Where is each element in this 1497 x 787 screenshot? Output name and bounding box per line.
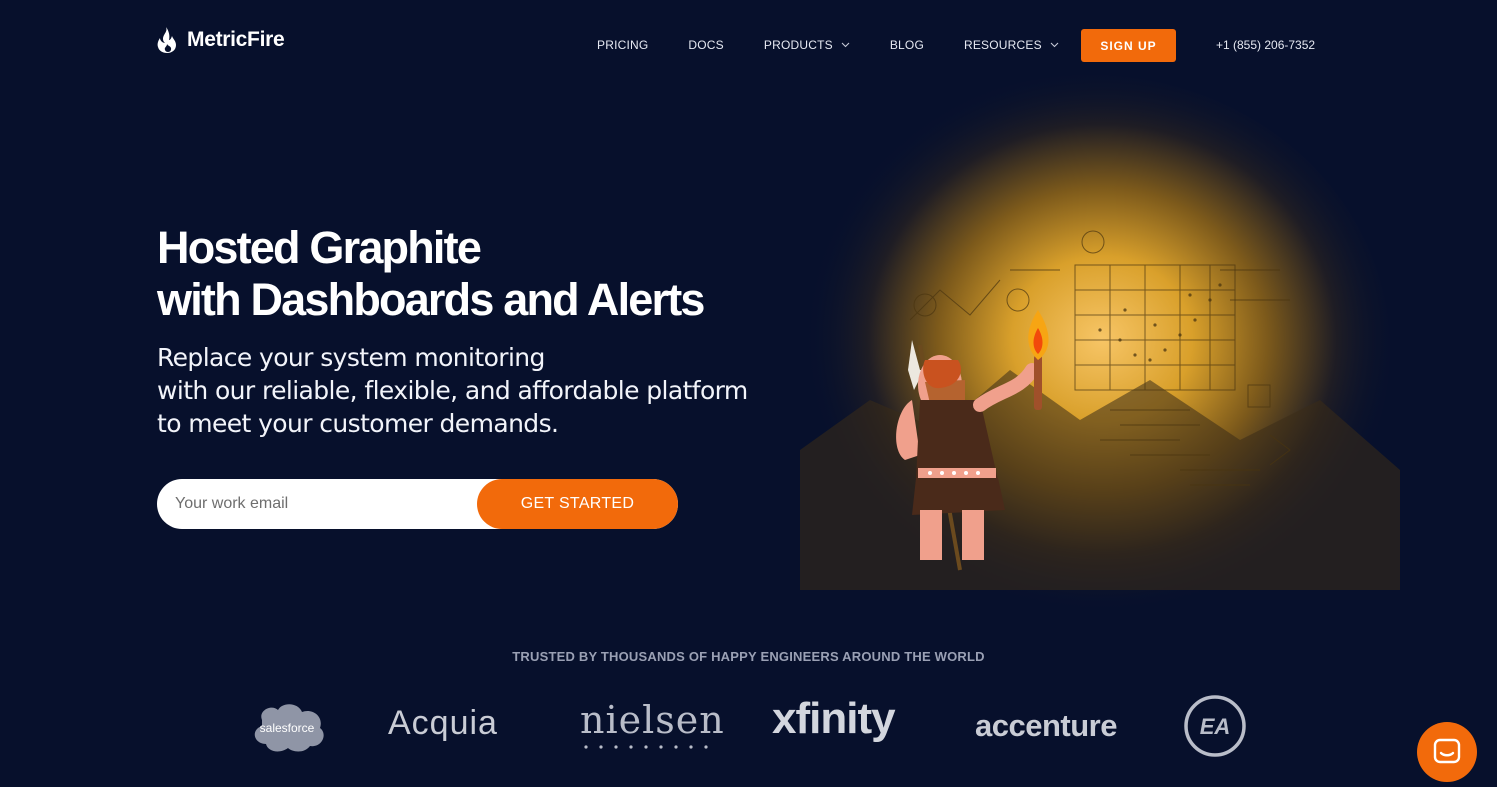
- chevron-down-icon: [1050, 42, 1059, 48]
- email-signup-form: GET STARTED: [157, 479, 678, 529]
- get-started-button[interactable]: GET STARTED: [477, 479, 678, 529]
- hero-sub-line3: to meet your customer demands.: [157, 409, 559, 438]
- caveman-torch-illustration: [790, 75, 1400, 625]
- trusted-heading: TRUSTED BY THOUSANDS OF HAPPY ENGINEERS …: [512, 649, 985, 664]
- svg-text:EA: EA: [1200, 714, 1231, 739]
- nielsen-dots-decoration: [584, 745, 708, 749]
- work-email-input[interactable]: [175, 479, 475, 529]
- logo-text: MetricFire: [187, 28, 285, 51]
- logo[interactable]: MetricFire: [157, 26, 285, 54]
- nav-menu: PRICING DOCS PRODUCTS BLOG RESOURCES: [597, 38, 1059, 52]
- nav-item-label: PRICING: [597, 38, 649, 52]
- ea-logo: EA: [1184, 695, 1246, 757]
- phone-number-link[interactable]: +1 (855) 206-7352: [1216, 38, 1315, 52]
- accenture-logo: accenture: [975, 708, 1117, 743]
- chevron-down-icon: [841, 42, 850, 48]
- hero-subtitle: Replace your system monitoring with our …: [157, 341, 748, 440]
- salesforce-logo: salesforce: [254, 704, 324, 752]
- nav-item-resources[interactable]: RESOURCES: [964, 38, 1059, 52]
- nielsen-logo: nielsen: [580, 698, 725, 742]
- hero-title-line1: Hosted Graphite: [157, 222, 482, 273]
- nav-item-label: DOCS: [688, 38, 724, 52]
- hero-sub-line1: Replace your system monitoring: [157, 343, 545, 372]
- flame-logo-icon: [157, 27, 176, 53]
- nav-item-blog[interactable]: BLOG: [890, 38, 924, 52]
- xfinity-logo: xfinity: [772, 694, 896, 743]
- nav-item-label: BLOG: [889, 38, 924, 52]
- sign-up-button[interactable]: SIGN UP: [1081, 29, 1176, 62]
- customer-logos: salesforce Acquia nielsen xfinity accent…: [0, 690, 1497, 760]
- nav-item-docs[interactable]: DOCS: [688, 38, 723, 52]
- chat-icon: [1433, 738, 1461, 764]
- nav-item-pricing[interactable]: PRICING: [597, 38, 648, 52]
- hero-title-line2: with Dashboards and Alerts: [157, 274, 705, 325]
- hero-title: Hosted Graphite with Dashboards and Aler…: [157, 222, 705, 326]
- nav-item-products[interactable]: PRODUCTS: [764, 38, 850, 52]
- nav-item-label: PRODUCTS: [763, 38, 833, 52]
- svg-text:salesforce: salesforce: [260, 721, 315, 735]
- hero-sub-line2: with our reliable, flexible, and afforda…: [157, 376, 748, 405]
- nav-item-label: RESOURCES: [963, 38, 1042, 52]
- acquia-logo: Acquia: [388, 704, 498, 742]
- chat-launcher-button[interactable]: [1417, 722, 1477, 782]
